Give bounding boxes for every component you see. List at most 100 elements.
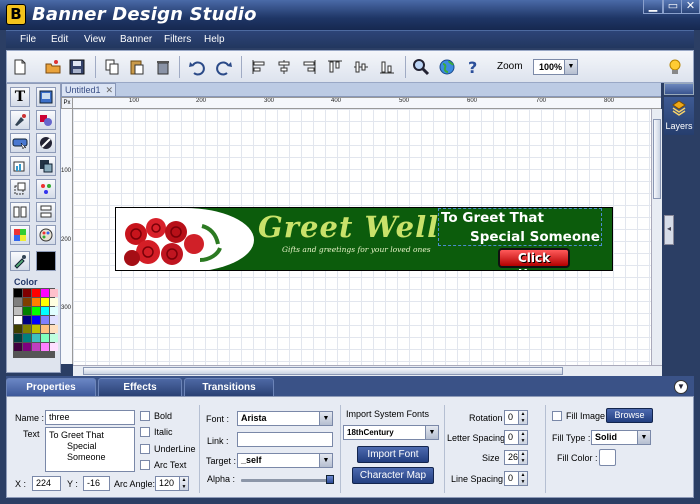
menu-filters[interactable]: Filters — [164, 34, 191, 45]
size-stepper[interactable]: 26 ▲ ▼ — [504, 450, 528, 465]
color-swatch[interactable] — [32, 325, 40, 333]
globe-icon[interactable] — [437, 57, 457, 77]
close-icon[interactable]: ✕ — [105, 84, 113, 96]
color-swatch[interactable] — [14, 325, 22, 333]
color-swatch[interactable] — [32, 307, 40, 315]
layer-tool-icon[interactable] — [36, 156, 56, 176]
align-middle-icon[interactable] — [351, 57, 371, 77]
color-swatch[interactable] — [41, 334, 49, 342]
collapse-panel-button[interactable]: ◂ — [664, 215, 674, 245]
fill-color-swatch[interactable] — [599, 449, 616, 466]
color-swatch[interactable] — [41, 325, 49, 333]
roses-image[interactable] — [118, 212, 228, 270]
italic-checkbox[interactable] — [140, 427, 150, 437]
horizontal-scrollbar[interactable] — [73, 365, 662, 376]
image-tool-icon[interactable] — [36, 87, 56, 107]
color-swatch[interactable] — [23, 334, 31, 342]
color-swatch[interactable] — [23, 298, 31, 306]
color-swatch[interactable] — [50, 298, 58, 306]
document-tab[interactable]: Untitled1 ✕ — [61, 83, 116, 97]
sparkle-tool-icon[interactable] — [36, 179, 56, 199]
banner-text-line1[interactable]: To Greet That — [441, 210, 544, 226]
spinner-icon[interactable]: ▲ ▼ — [179, 477, 188, 490]
zoom-select[interactable]: 100% ▼ — [533, 59, 578, 75]
color-swatch[interactable] — [23, 325, 31, 333]
palette-tool-icon[interactable] — [36, 225, 56, 245]
target-select[interactable]: _self ▼ — [237, 453, 333, 468]
color-swatch[interactable] — [50, 325, 58, 333]
color-swatch[interactable] — [23, 343, 31, 351]
arc-angle-stepper[interactable]: 120 ▲ ▼ — [155, 476, 189, 491]
color-swatch[interactable] — [14, 334, 22, 342]
color-swatch[interactable] — [14, 343, 22, 351]
import-font-button[interactable]: Import Font — [357, 446, 429, 463]
maximize-button[interactable]: ▭ — [663, 0, 683, 14]
spinner-icon[interactable]: ▲ ▼ — [518, 472, 527, 485]
current-color-swatch[interactable] — [36, 251, 56, 271]
text-tool-icon[interactable]: T — [10, 87, 30, 107]
search-icon[interactable] — [411, 57, 431, 77]
align-left-icon[interactable] — [249, 57, 269, 77]
color-swatch[interactable] — [41, 298, 49, 306]
color-swatch[interactable] — [50, 307, 58, 315]
fill-image-checkbox[interactable] — [552, 411, 562, 421]
browse-button[interactable]: Browse — [606, 408, 653, 423]
spinner-icon[interactable]: ▲ ▼ — [518, 451, 527, 464]
fill-type-select[interactable]: Solid ▼ — [591, 430, 651, 445]
color-swatch[interactable] — [41, 316, 49, 324]
panel-header[interactable] — [664, 83, 694, 95]
minimize-button[interactable]: ▁ — [643, 0, 663, 14]
redo-icon[interactable] — [214, 57, 234, 77]
color-swatch[interactable] — [50, 334, 58, 342]
menu-help[interactable]: Help — [204, 34, 225, 45]
color-swatch[interactable] — [23, 289, 31, 297]
letter-spacing-stepper[interactable]: 0 ▲ ▼ — [504, 430, 528, 445]
character-map-button[interactable]: Character Map — [352, 467, 434, 484]
shapes-tool-icon[interactable] — [36, 110, 56, 130]
underline-checkbox[interactable] — [140, 444, 150, 454]
text-input[interactable]: To Greet That Special Someone — [45, 427, 135, 472]
help-icon[interactable]: ? — [463, 57, 483, 77]
undo-icon[interactable] — [187, 57, 207, 77]
banner-text-line2[interactable]: Special Someone — [470, 229, 600, 245]
y-input[interactable]: -16 — [83, 476, 110, 491]
close-button[interactable]: ✕ — [681, 0, 700, 14]
system-font-select[interactable]: 18thCentury ▼ — [343, 425, 439, 440]
open-file-icon[interactable] — [43, 57, 63, 77]
color-swatch[interactable] — [32, 334, 40, 342]
menu-edit[interactable]: Edit — [51, 34, 68, 45]
bold-checkbox[interactable] — [140, 411, 150, 421]
tab-effects[interactable]: Effects — [98, 378, 182, 396]
banner-click-button[interactable]: Click Here — [498, 248, 570, 270]
align-right-icon[interactable] — [299, 57, 319, 77]
font-select[interactable]: Arista ▼ — [237, 411, 333, 426]
x-input[interactable]: 224 — [32, 476, 61, 491]
spinner-icon[interactable]: ▲ ▼ — [518, 431, 527, 444]
menu-view[interactable]: View — [84, 34, 106, 45]
banner[interactable]: Greet Well Gifts and greetings for your … — [115, 207, 613, 271]
color-swatch[interactable] — [14, 307, 22, 315]
collapse-icon[interactable]: ▼ — [674, 380, 688, 394]
design-canvas[interactable]: Greet Well Gifts and greetings for your … — [73, 109, 651, 365]
scroll-thumb[interactable] — [83, 367, 563, 375]
eyedropper-tool-icon[interactable] — [10, 251, 30, 271]
color-palette[interactable] — [13, 288, 58, 358]
menu-banner[interactable]: Banner — [120, 34, 152, 45]
arc-text-checkbox[interactable] — [140, 460, 150, 470]
distribute-tool-icon[interactable] — [10, 202, 30, 222]
ellipse-tool-icon[interactable] — [36, 133, 56, 153]
color-swatch[interactable] — [50, 289, 58, 297]
button-tool-icon[interactable] — [10, 133, 30, 153]
crop-tool-icon[interactable] — [10, 179, 30, 199]
delete-icon[interactable] — [153, 57, 173, 77]
color-swatch[interactable] — [14, 289, 22, 297]
align-top-icon[interactable] — [325, 57, 345, 77]
color-tool-icon[interactable] — [10, 225, 30, 245]
menu-file[interactable]: File — [20, 34, 36, 45]
align-center-icon[interactable] — [274, 57, 294, 77]
vertical-scrollbar[interactable] — [651, 109, 662, 365]
align-bottom-icon[interactable] — [377, 57, 397, 77]
color-swatch[interactable] — [32, 289, 40, 297]
alpha-slider-thumb[interactable] — [326, 475, 334, 484]
name-input[interactable]: three — [45, 410, 135, 425]
